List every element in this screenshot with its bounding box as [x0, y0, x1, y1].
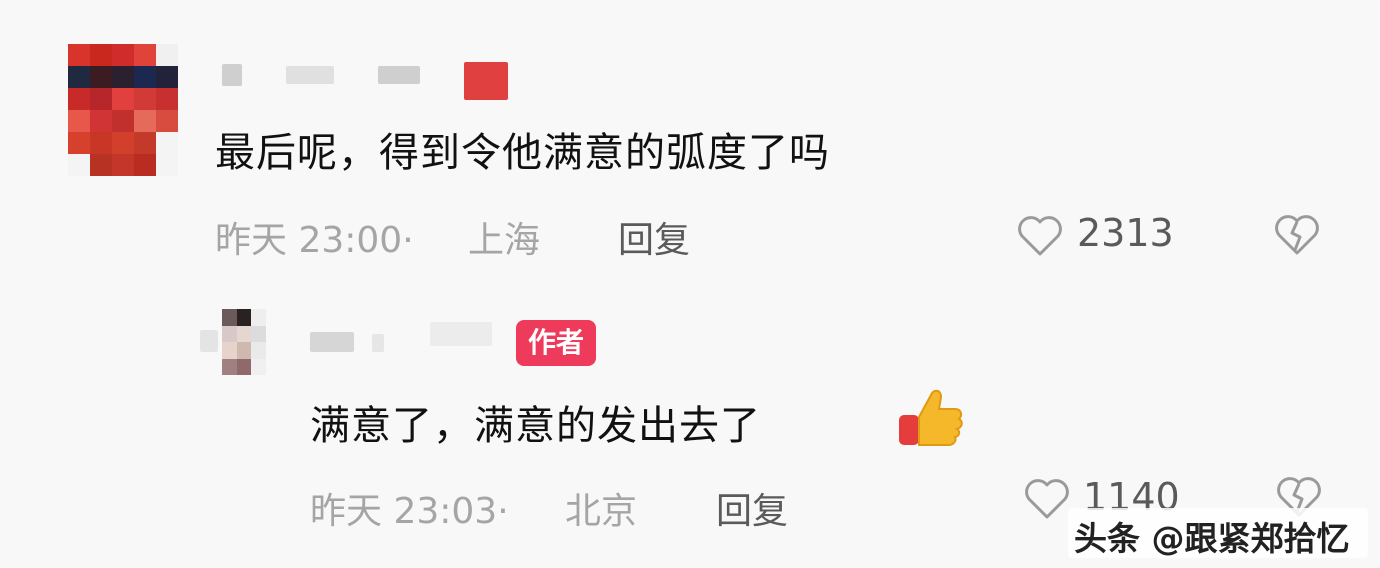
- author-badge: 作者: [516, 320, 597, 366]
- like-count: 2313: [1077, 211, 1174, 255]
- comment-location: 上海: [468, 220, 541, 261]
- avatar[interactable]: [68, 44, 178, 176]
- comment-time: 昨天 23:00·: [215, 220, 414, 261]
- comment-text: 最后呢，得到令他满意的弧度了吗: [215, 130, 830, 176]
- reply-button[interactable]: 回复: [716, 482, 788, 534]
- comment-time: 昨天 23:03·: [310, 491, 509, 532]
- comment-text: 满意了，满意的发出去了: [310, 403, 761, 449]
- avatar[interactable]: [222, 309, 266, 375]
- broken-heart-icon[interactable]: [1274, 214, 1320, 256]
- watermark: 头条 @跟紧郑拾忆: [1074, 519, 1350, 558]
- comment-location: 北京: [565, 491, 638, 532]
- thumbs-up-emoji: [895, 385, 965, 449]
- heart-outline-icon[interactable]: [1024, 478, 1070, 520]
- reply-button[interactable]: 回复: [618, 211, 690, 263]
- heart-outline-icon[interactable]: [1017, 215, 1063, 257]
